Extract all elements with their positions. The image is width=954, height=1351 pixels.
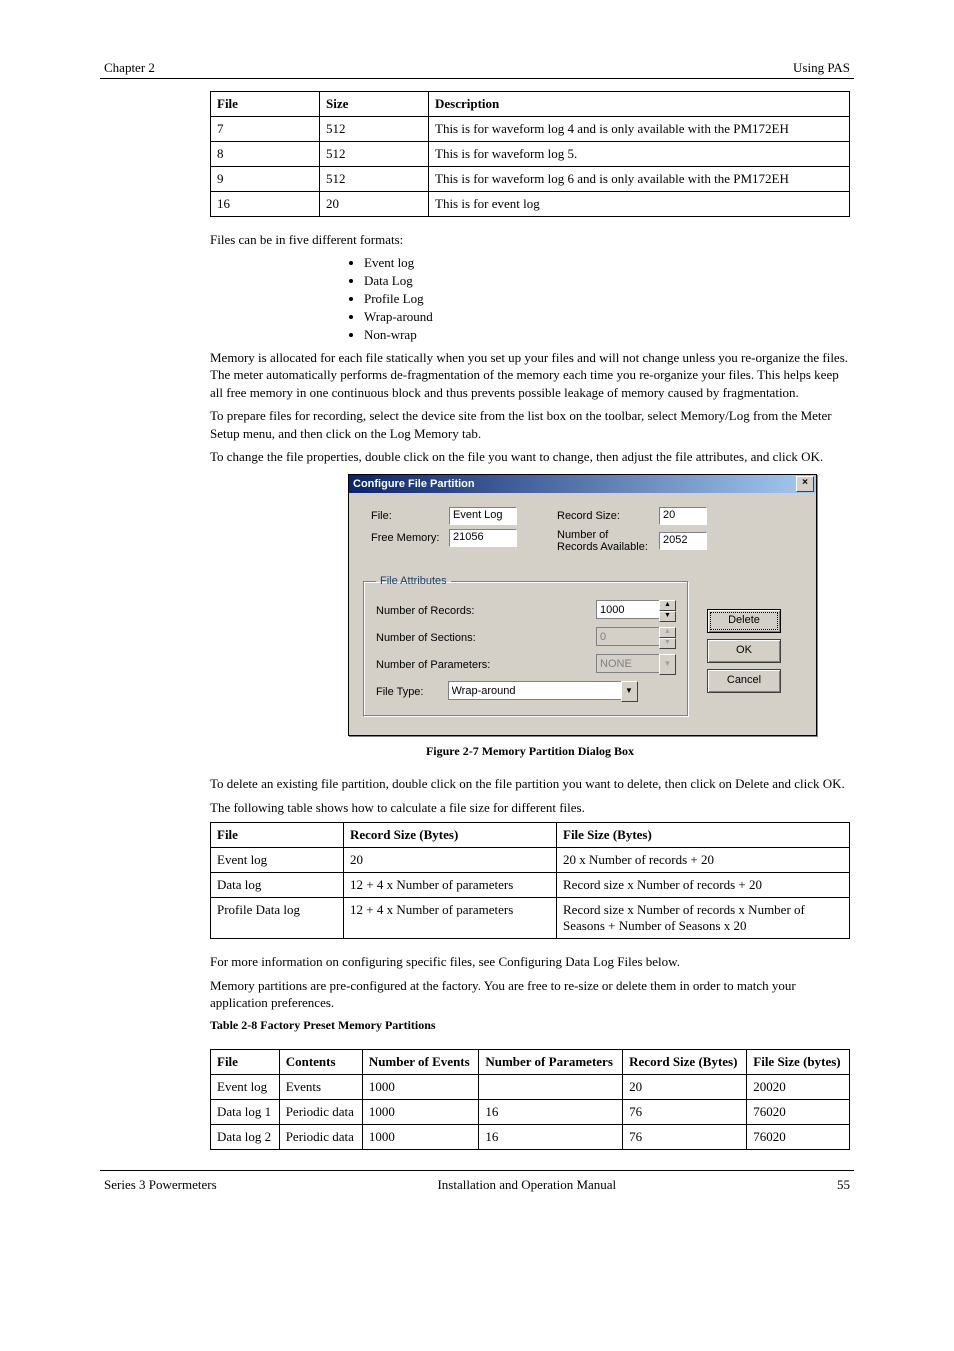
table-row: 1620This is for event log <box>211 192 850 217</box>
table-row: 9512This is for waveform log 6 and is on… <box>211 167 850 192</box>
figure-caption: Figure 2-7 Memory Partition Dialog Box <box>210 744 850 759</box>
paragraph: To change the file properties, double cl… <box>210 448 850 466</box>
record-size-label: Record Size: <box>557 510 651 522</box>
num-records-spinner[interactable]: ▲ ▼ <box>596 600 676 622</box>
preset-partitions-table: File Contents Number of Events Number of… <box>210 1049 850 1150</box>
free-memory-label: Free Memory: <box>371 532 441 544</box>
dialog-titlebar: Configure File Partition × <box>349 475 816 493</box>
table-row: Event logEvents10002020020 <box>211 1074 850 1099</box>
records-available-label: Number of Records Available: <box>557 529 651 553</box>
file-size-table: File Record Size (Bytes) File Size (Byte… <box>210 822 850 939</box>
chevron-down-icon[interactable]: ▼ <box>621 681 638 702</box>
free-memory-value: 21056 <box>449 529 517 547</box>
list-item: Wrap-around <box>364 309 850 325</box>
footer-center: Installation and Operation Manual <box>437 1177 616 1193</box>
file-attributes-legend: File Attributes <box>376 575 451 587</box>
close-icon[interactable]: × <box>796 476 814 492</box>
table-row: Profile Data log12 + 4 x Number of param… <box>211 898 850 939</box>
ok-button[interactable]: OK <box>707 639 781 663</box>
footer-right: 55 <box>837 1177 850 1193</box>
num-sections-spinner: ▲ ▼ <box>596 627 676 649</box>
table-row: 7512This is for waveform log 4 and is on… <box>211 117 850 142</box>
file-type-label: File Type: <box>376 686 424 698</box>
header-left: Chapter 2 <box>104 60 155 76</box>
table-row: Data log 2Periodic data1000167676020 <box>211 1124 850 1149</box>
table-row: 8512This is for waveform log 5. <box>211 142 850 167</box>
file-label: File: <box>371 510 441 522</box>
paragraph: The following table shows how to calcula… <box>210 799 850 817</box>
file-attributes-group: File Attributes Number of Records: ▲ ▼ <box>363 575 689 717</box>
records-available-value: 2052 <box>659 532 707 550</box>
list-item: Data Log <box>364 273 850 289</box>
file-type-input[interactable] <box>448 681 621 700</box>
spinner-down-icon: ▼ <box>659 638 676 649</box>
num-params-label: Number of Parameters: <box>376 659 490 671</box>
record-size-value: 20 <box>659 507 707 525</box>
num-records-label: Number of Records: <box>376 605 474 617</box>
paragraph: For more information on configuring spec… <box>210 953 850 971</box>
table-row: Data log 1Periodic data1000167676020 <box>211 1099 850 1124</box>
footer-left: Series 3 Powermeters <box>104 1177 217 1193</box>
num-params-dropdown: ▼ <box>596 654 676 675</box>
paragraph: To prepare files for recording, select t… <box>210 407 850 442</box>
spinner-down-icon[interactable]: ▼ <box>659 611 676 622</box>
num-sections-label: Number of Sections: <box>376 632 476 644</box>
spinner-up-icon: ▲ <box>659 627 676 638</box>
cancel-button[interactable]: Cancel <box>707 669 781 693</box>
table-row: Data log12 + 4 x Number of parametersRec… <box>211 873 850 898</box>
num-records-input[interactable] <box>596 600 659 619</box>
chevron-down-icon: ▼ <box>659 654 676 675</box>
file-value: Event Log <box>449 507 517 525</box>
delete-button[interactable]: Delete <box>707 609 781 633</box>
paragraph: Files can be in five different formats: <box>210 231 850 249</box>
paragraph: To delete an existing file partition, do… <box>210 775 850 793</box>
header-right: Using PAS <box>793 60 850 76</box>
table-row: Event log2020 x Number of records + 20 <box>211 848 850 873</box>
list-item: Event log <box>364 255 850 271</box>
num-params-input <box>596 654 659 673</box>
table-caption: Table 2-8 Factory Preset Memory Partitio… <box>210 1018 850 1033</box>
list-item: Non-wrap <box>364 327 850 343</box>
paragraph: Memory partitions are pre-configured at … <box>210 977 850 1012</box>
configure-file-partition-dialog: Configure File Partition × File: Event L… <box>348 474 817 736</box>
format-list: Event log Data Log Profile Log Wrap-arou… <box>364 255 850 343</box>
paragraph: Memory is allocated for each file static… <box>210 349 850 402</box>
num-sections-input <box>596 627 659 646</box>
file-definition-table: File Size Description 7512This is for wa… <box>210 91 850 217</box>
file-type-dropdown[interactable]: ▼ <box>448 681 638 702</box>
dialog-title: Configure File Partition <box>353 478 475 490</box>
list-item: Profile Log <box>364 291 850 307</box>
spinner-up-icon[interactable]: ▲ <box>659 600 676 611</box>
